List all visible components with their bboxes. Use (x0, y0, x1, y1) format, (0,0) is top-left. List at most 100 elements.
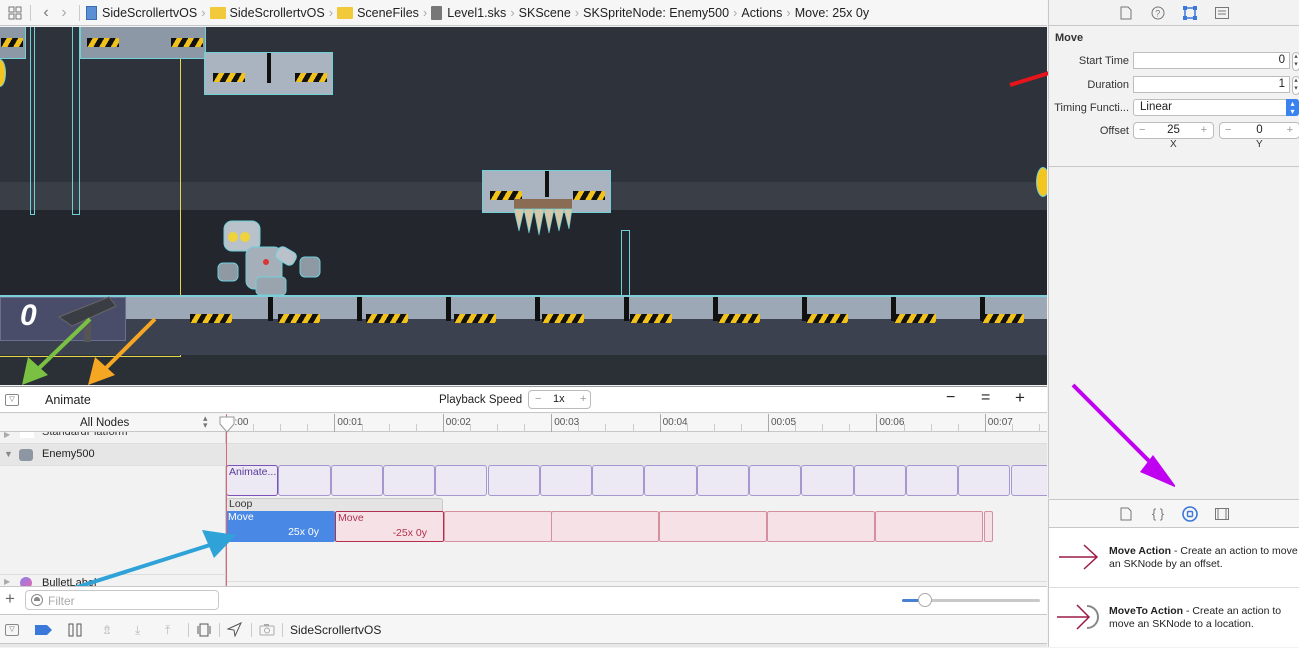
animate-bar: ▽ Animate Playback Speed − 1x + − = + (0, 386, 1047, 413)
sks-file-icon (431, 5, 443, 20)
breadcrumb-file[interactable]: Level1.sks › (431, 5, 518, 20)
animate-action-block[interactable] (644, 465, 697, 496)
animate-action-block[interactable] (435, 465, 488, 496)
camera-icon[interactable] (259, 623, 275, 636)
y-axis-label: Y (1256, 139, 1263, 150)
time-ruler[interactable]: 0:00 00:01 00:02 00:03 00:04 00:05 00:06 00:07 (226, 414, 1047, 432)
animate-action-block[interactable] (801, 465, 854, 496)
step-into-icon[interactable]: ⤓ (135, 623, 140, 638)
animate-action-block[interactable] (487, 465, 540, 496)
loop-action-header[interactable]: Loop (226, 498, 443, 511)
size-inspector-icon[interactable] (1213, 4, 1231, 22)
increment-button[interactable]: + (1287, 124, 1293, 136)
pause-icon[interactable] (68, 623, 82, 637)
animate-action-block[interactable]: Animate... (226, 465, 279, 496)
animate-action-block[interactable] (905, 465, 959, 496)
code-snippet-library-icon[interactable]: { } (1149, 505, 1167, 523)
hazard-stripe (190, 314, 232, 323)
slider-knob[interactable] (918, 593, 933, 607)
library-item-move-action[interactable]: Move Action - Create an action to move a… (1049, 528, 1299, 588)
project-icon (86, 5, 97, 20)
loop-repeat-block (984, 511, 993, 542)
playback-speed-stepper[interactable]: − 1x + (528, 390, 591, 409)
breadcrumb-project[interactable]: SideScrollertvOS › (86, 5, 210, 20)
animate-action-block[interactable] (382, 465, 436, 496)
disclosure-triangle-open-icon[interactable]: ▼ (4, 449, 13, 459)
folder-icon (209, 6, 226, 19)
step-over-icon[interactable]: ⇯ (102, 623, 112, 637)
speed-decrement-button[interactable]: − (535, 393, 541, 405)
quick-help-icon[interactable]: ? (1149, 4, 1167, 22)
playhead-handle[interactable] (218, 415, 236, 435)
animate-action-block[interactable] (330, 465, 383, 496)
file-template-library-icon[interactable] (1117, 505, 1135, 523)
animate-action-block[interactable] (278, 465, 331, 496)
forward-button[interactable]: › (55, 4, 73, 22)
duration-stepper[interactable]: ▴ ▾ (1292, 76, 1299, 95)
speed-increment-button[interactable]: + (580, 393, 586, 405)
zoom-in-button[interactable]: + (1015, 388, 1025, 408)
animate-action-block[interactable] (958, 465, 1011, 496)
breadcrumb-node[interactable]: SKSpriteNode: Enemy500 › (583, 5, 741, 20)
node-row-enemy500[interactable]: ▼ Enemy500 (0, 444, 226, 466)
view-hierarchy-icon[interactable] (197, 623, 211, 637)
add-button[interactable]: + (5, 589, 15, 609)
ruler-minor-tick (903, 424, 905, 432)
ruler-minor-tick (849, 424, 851, 432)
duration-field[interactable]: 1 (1133, 76, 1290, 93)
chevron-right-icon: › (786, 5, 791, 20)
chevron-updown-icon: ▴ ▾ (1286, 99, 1299, 116)
animate-action-block[interactable] (592, 465, 645, 496)
zoom-out-button[interactable]: − (946, 389, 955, 407)
node-filter-select[interactable]: All Nodes ▴ ▾ (0, 414, 226, 432)
move-action-block[interactable]: Move -25x 0y (335, 511, 444, 542)
media-library-icon[interactable] (1213, 505, 1231, 523)
disclosure-triangle-icon[interactable]: ▶ (4, 577, 10, 586)
animate-action-block[interactable] (853, 465, 906, 496)
library-item-moveto-action[interactable]: MoveTo Action - Create an action to move… (1049, 588, 1299, 648)
ruler-minor-tick (524, 424, 526, 432)
breadcrumb-actions[interactable]: Actions › (741, 5, 794, 20)
ruler-minor-tick (605, 424, 607, 432)
collapse-timeline-button[interactable]: ▽ (5, 394, 19, 406)
animate-action-block[interactable] (696, 465, 749, 496)
node-row-standardplatform[interactable]: ▶ StandardPlatform (0, 432, 226, 444)
start-time-field[interactable]: 0 (1133, 52, 1290, 69)
breakpoints-toggle-icon[interactable] (35, 625, 53, 635)
timing-function-select[interactable]: Linear ▴ ▾ (1133, 99, 1299, 116)
move-action-block-selected[interactable]: Move 25x 0y (226, 511, 335, 542)
filter-input[interactable]: Filter (25, 590, 219, 610)
object-library-icon[interactable] (1181, 505, 1199, 523)
breadcrumb-group[interactable]: SideScrollertvOS › (209, 5, 338, 20)
breadcrumb-action[interactable]: Move: 25x 0y (795, 6, 869, 20)
breadcrumb-scenefiles[interactable]: SceneFiles › (337, 5, 431, 20)
back-button[interactable]: ‹ (37, 4, 55, 22)
start-time-row: Start Time 0 ▴ ▾ (1049, 52, 1299, 72)
animate-action-block[interactable] (539, 465, 593, 496)
increment-button[interactable]: + (1201, 124, 1207, 136)
zoom-fit-button[interactable]: = (981, 389, 990, 407)
file-inspector-icon[interactable] (1117, 4, 1135, 22)
related-items-icon[interactable] (6, 4, 24, 22)
divider (282, 623, 283, 637)
step-out-icon[interactable]: ⤒ (165, 623, 170, 638)
chevron-right-icon: › (574, 5, 580, 20)
timeline-zoom-slider[interactable] (902, 593, 1040, 607)
start-time-stepper[interactable]: ▴ ▾ (1292, 52, 1299, 71)
loop-label: Loop (229, 498, 253, 510)
chevron-right-icon: › (201, 5, 206, 20)
hazard-stripe (366, 314, 408, 323)
attributes-inspector-icon[interactable] (1181, 4, 1199, 22)
ruler-minor-tick (1011, 424, 1013, 432)
ruler-tick (984, 414, 986, 432)
breadcrumb-scene[interactable]: SKScene › (519, 5, 583, 20)
offset-y-stepper[interactable]: − 0 + (1219, 122, 1299, 139)
animate-action-block[interactable] (1010, 465, 1047, 496)
offset-x-stepper[interactable]: − 25 + (1133, 122, 1214, 139)
scene-canvas[interactable]: 0 (0, 27, 1047, 385)
hide-debug-area-button[interactable]: ▽ (5, 624, 19, 636)
crumb-label: SceneFiles (357, 5, 419, 20)
disclosure-triangle-icon[interactable]: ▶ (4, 432, 10, 439)
simulate-location-icon[interactable] (227, 622, 242, 637)
animate-action-block[interactable] (749, 465, 802, 496)
